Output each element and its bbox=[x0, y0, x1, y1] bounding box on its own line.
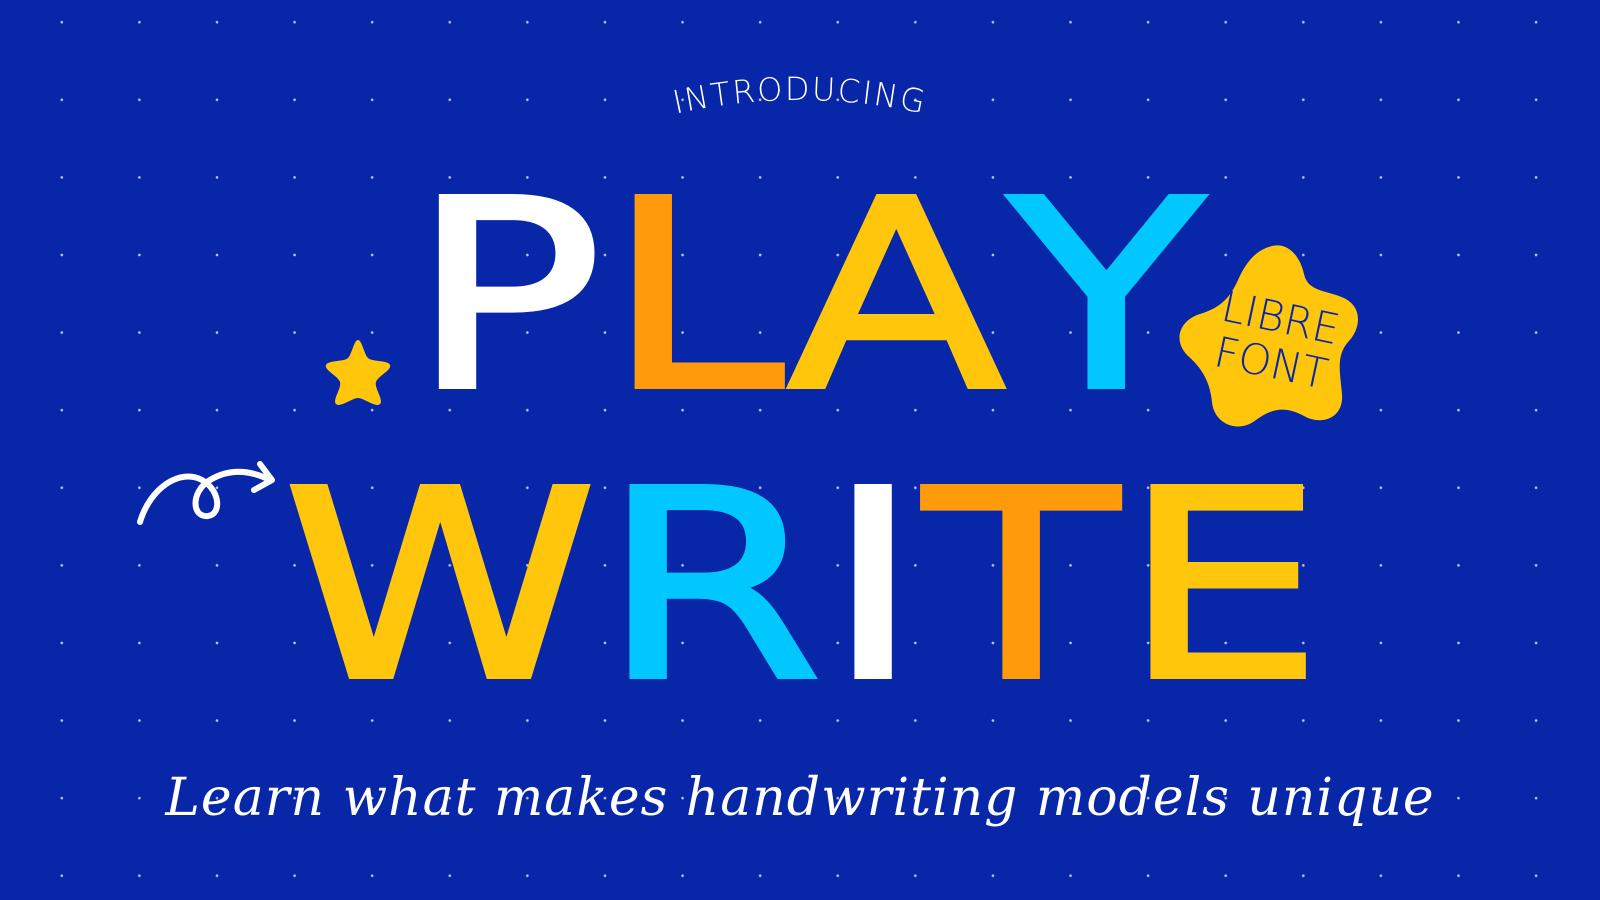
libre-font-badge: LIBRE FONT bbox=[1176, 240, 1376, 440]
intro-text: INTRODUCING bbox=[669, 70, 930, 122]
write-letter-t: T bbox=[921, 434, 1123, 739]
write-letter-w: W bbox=[280, 434, 602, 739]
write-letter-r: R bbox=[598, 434, 827, 739]
tagline: Learn what makes handwriting models uniq… bbox=[165, 768, 1435, 828]
hero-banner: INTRODUCING PLAY WRITE LIBRE FONT Learn … bbox=[0, 0, 1600, 900]
write-letter-i: I bbox=[823, 434, 924, 739]
intro-label: INTRODUCING bbox=[640, 70, 960, 130]
write-letter-e: E bbox=[1119, 434, 1328, 739]
title-line-write: WRITE bbox=[0, 434, 1600, 774]
play-letter-p: P bbox=[408, 144, 607, 449]
play-letter-l: L bbox=[603, 144, 788, 449]
play-letter-a: A bbox=[785, 144, 1010, 449]
